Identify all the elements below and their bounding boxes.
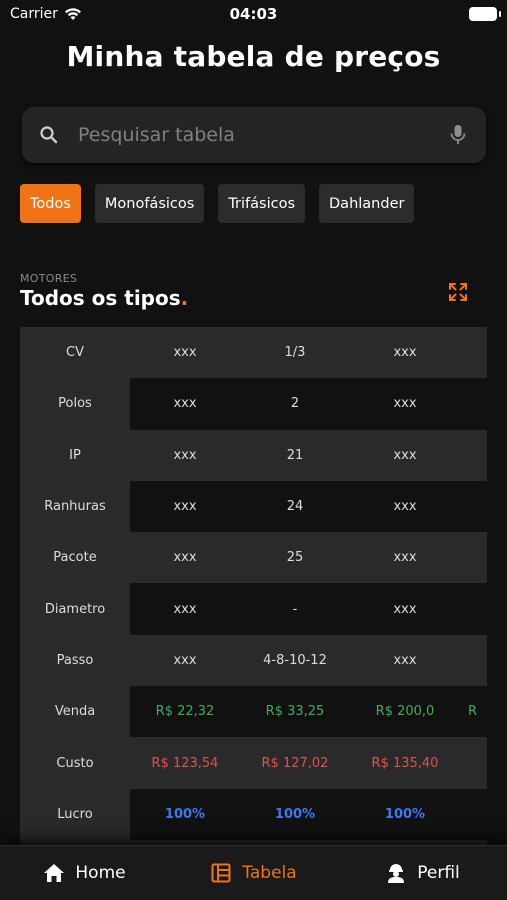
user-icon — [388, 864, 405, 883]
table-cell: 4-8-10-12 — [240, 634, 350, 687]
tab-home-label: Home — [75, 863, 126, 883]
row-header: Polos — [20, 378, 130, 430]
table-cell — [460, 634, 487, 687]
section-title-dot: . — [180, 286, 189, 310]
table-cell: 100% — [130, 788, 240, 840]
table-cell: xxx — [130, 378, 240, 430]
table-cell: xxx — [130, 429, 240, 481]
table-cell: 100% — [240, 788, 350, 840]
table-row: Venda R$ 22,32 R$ 33,25 R$ 200,0 R — [20, 686, 487, 738]
table-row: CV xxx 1/3 xxx — [20, 327, 487, 379]
table-cell: xxx — [350, 532, 460, 584]
tab-perfil[interactable]: Perfil — [338, 846, 507, 900]
row-header: Diametro — [20, 583, 130, 635]
table-cell — [460, 788, 487, 840]
table-cell — [460, 327, 487, 379]
home-icon — [44, 864, 65, 882]
filter-chip-trifasicos[interactable]: Trifásicos — [218, 184, 306, 223]
table-cell: 2 — [240, 378, 350, 430]
row-header: CV — [20, 327, 130, 379]
table-icon — [211, 863, 231, 883]
tab-bar: Home Tabela Perfil — [0, 845, 507, 900]
table-row: IP xxx 21 xxx — [20, 429, 487, 481]
table-cell: xxx — [350, 327, 460, 379]
tab-tabela-label: Tabela — [242, 863, 297, 883]
table-row: Pacote xxx 25 xxx — [20, 532, 487, 584]
table-cell: R$ 33,25 — [240, 686, 350, 738]
table-cell: R$ 123,54 — [130, 737, 240, 789]
table-cell: R$ 135,40 — [350, 737, 460, 789]
table-row: Custo R$ 123,54 R$ 127,02 R$ 135,40 — [20, 737, 487, 789]
table-cell: 21 — [240, 429, 350, 481]
expand-icon[interactable] — [448, 282, 468, 302]
filter-chip-monofasicos[interactable]: Monofásicos — [94, 184, 205, 223]
table-cell: xxx — [350, 583, 460, 635]
table-cell: xxx — [130, 634, 240, 687]
table-cell: xxx — [350, 634, 460, 687]
row-header: Custo — [20, 737, 130, 789]
table-cell: R$ 200,0 — [350, 686, 460, 738]
filter-chip-dahlander[interactable]: Dahlander — [319, 184, 415, 223]
table-cell: xxx — [130, 327, 240, 379]
table-cell — [460, 532, 487, 584]
table-row: Ranhuras xxx 24 xxx — [20, 480, 487, 533]
table-cell: R$ 22,32 — [130, 686, 240, 738]
section-title-text: Todos os tipos — [20, 286, 181, 310]
table-cell: 24 — [240, 480, 350, 533]
section-title: Todos os tipos. — [20, 286, 188, 310]
table-cell: xxx — [350, 480, 460, 533]
search-input[interactable] — [78, 119, 438, 151]
table-cell: R — [460, 686, 487, 738]
table-row: Diametro xxx - xxx — [20, 583, 487, 635]
table-cell — [460, 737, 487, 789]
table-cell: xxx — [130, 480, 240, 533]
page-title: Minha tabela de preços — [66, 40, 441, 73]
table-row: Passo xxx 4-8-10-12 xxx — [20, 634, 487, 687]
table-row: Lucro 100% 100% 100% — [20, 788, 487, 840]
table-cell: 100% — [350, 788, 460, 840]
section-kicker: MOTORES — [20, 272, 78, 285]
table-cell: R$ 127,02 — [240, 737, 350, 789]
table-cell: xxx — [350, 429, 460, 481]
table-cell — [460, 378, 487, 430]
table-cell: - — [240, 583, 350, 635]
table-cell — [460, 429, 487, 481]
row-header: IP — [20, 429, 130, 481]
price-table: CV xxx 1/3 xxx Polos xxx 2 xxx IP xxx 21 xxx Ranhura… — [20, 327, 487, 846]
row-header: Venda — [20, 686, 130, 738]
status-time: 04:03 — [229, 5, 278, 23]
battery-icon — [469, 7, 501, 21]
row-header: Lucro — [20, 788, 130, 840]
table-cell: 25 — [240, 532, 350, 584]
tab-home[interactable]: Home — [0, 846, 169, 900]
table-cell: 1/3 — [240, 327, 350, 379]
table-cell: xxx — [130, 532, 240, 584]
tab-perfil-label: Perfil — [417, 863, 460, 883]
row-header: Ranhuras — [20, 480, 130, 533]
search-icon — [40, 126, 58, 144]
microphone-icon[interactable] — [448, 124, 468, 146]
filter-chip-todos[interactable]: Todos — [20, 184, 81, 223]
row-header: Passo — [20, 634, 130, 687]
table-cell — [460, 583, 487, 635]
table-cell: xxx — [130, 583, 240, 635]
table-row: Polos xxx 2 xxx — [20, 378, 487, 430]
table-cell: xxx — [350, 378, 460, 430]
row-header: Pacote — [20, 532, 130, 584]
filter-chips: Todos Monofásicos Trifásicos Dahlander — [20, 184, 415, 223]
status-bar: Carrier 04:03 — [0, 0, 507, 30]
search-box[interactable] — [22, 107, 486, 163]
table-cell — [460, 480, 487, 533]
tab-tabela[interactable]: Tabela — [169, 846, 338, 900]
